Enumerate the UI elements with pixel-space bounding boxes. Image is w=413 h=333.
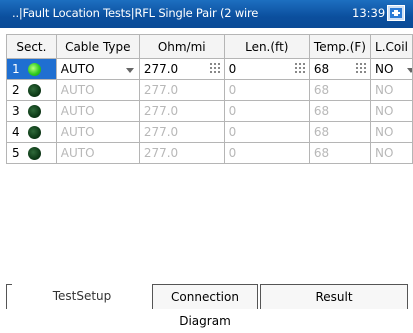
cable-type-value: AUTO: [60, 62, 95, 76]
temp-input[interactable]: 68: [308, 58, 371, 80]
ohm-cell: 277.0: [138, 100, 225, 122]
column-header-temp: Temp.(F): [308, 34, 371, 59]
column-header-load-coil: L.Coil: [369, 34, 413, 59]
ohm-cell: 277.0: [138, 142, 225, 164]
ohm-input[interactable]: 277.0: [138, 58, 225, 80]
temp-value: 68: [313, 62, 330, 76]
section-number: 2: [12, 83, 20, 97]
cable-type-cell: AUTO: [55, 100, 140, 122]
keypad-icon[interactable]: [209, 63, 220, 73]
cable-type-cell: AUTO: [55, 121, 140, 143]
section-table: Sect. Cable Type Ohm/mi Len.(ft) Temp.(F…: [6, 34, 413, 164]
keypad-icon[interactable]: [355, 63, 366, 73]
section-cell[interactable]: 2: [6, 79, 57, 101]
window-mode-icon[interactable]: [387, 5, 405, 21]
column-header-cable-type: Cable Type: [55, 34, 140, 59]
section-cell[interactable]: 5: [6, 142, 57, 164]
clock: 13:39: [352, 6, 386, 20]
tab-result[interactable]: Result: [260, 284, 408, 309]
section-cell[interactable]: 4: [6, 121, 57, 143]
column-header-ohm: Ohm/mi: [138, 34, 225, 59]
chevron-down-icon[interactable]: [125, 68, 134, 73]
window-title: ..|Fault Location Tests|RFL Single Pair …: [12, 6, 259, 20]
temp-cell: 68: [308, 100, 371, 122]
tab-test-setup[interactable]: TestSetup: [12, 284, 152, 309]
status-led-icon: [28, 126, 41, 139]
title-bar: ..|Fault Location Tests|RFL Single Pair …: [0, 0, 413, 28]
table-row[interactable]: 2 AUTO 277.0 0 68 NO: [6, 79, 413, 101]
load-coil-cell: NO: [369, 142, 413, 164]
length-cell: 0: [223, 121, 310, 143]
length-input[interactable]: 0: [223, 58, 310, 80]
section-number: 3: [12, 104, 20, 118]
status-led-icon: [28, 84, 41, 97]
ohm-value: 277.0: [143, 62, 179, 76]
section-cell[interactable]: 1: [6, 58, 57, 80]
status-led-icon: [28, 147, 41, 160]
load-coil-cell: NO: [369, 121, 413, 143]
section-number: 4: [12, 125, 20, 139]
section-cell[interactable]: 3: [6, 100, 57, 122]
chevron-down-icon[interactable]: [407, 68, 412, 73]
status-led-icon: [28, 105, 41, 118]
column-header-sect: Sect.: [6, 34, 57, 59]
length-cell: 0: [223, 142, 310, 164]
ohm-cell: 277.0: [138, 79, 225, 101]
length-cell: 0: [223, 100, 310, 122]
cable-type-cell: AUTO: [55, 142, 140, 164]
section-number: 1: [12, 62, 20, 76]
table-row[interactable]: 5 AUTO 277.0 0 68 NO: [6, 142, 413, 164]
length-cell: 0: [223, 79, 310, 101]
tab-connection-diagram[interactable]: Connection Diagram: [152, 284, 258, 328]
bottom-tab-bar: TestSetup Connection Diagram Result: [0, 284, 413, 328]
load-coil-select[interactable]: NO: [369, 58, 413, 80]
load-coil-cell: NO: [369, 79, 413, 101]
table-row[interactable]: 1 AUTO 277.0 0 68 NO: [6, 58, 413, 80]
ohm-cell: 277.0: [138, 121, 225, 143]
section-number: 5: [12, 146, 20, 160]
table-row[interactable]: 4 AUTO 277.0 0 68 NO: [6, 121, 413, 143]
temp-cell: 68: [308, 121, 371, 143]
keypad-icon[interactable]: [294, 63, 305, 73]
load-coil-value: NO: [374, 62, 394, 76]
cable-type-cell: AUTO: [55, 79, 140, 101]
table-row[interactable]: 3 AUTO 277.0 0 68 NO: [6, 100, 413, 122]
temp-cell: 68: [308, 79, 371, 101]
column-header-length: Len.(ft): [223, 34, 310, 59]
cable-type-select[interactable]: AUTO: [55, 58, 140, 80]
load-coil-cell: NO: [369, 100, 413, 122]
temp-cell: 68: [308, 142, 371, 164]
table-header-row: Sect. Cable Type Ohm/mi Len.(ft) Temp.(F…: [6, 34, 413, 59]
status-led-icon: [28, 63, 41, 76]
length-value: 0: [228, 62, 237, 76]
